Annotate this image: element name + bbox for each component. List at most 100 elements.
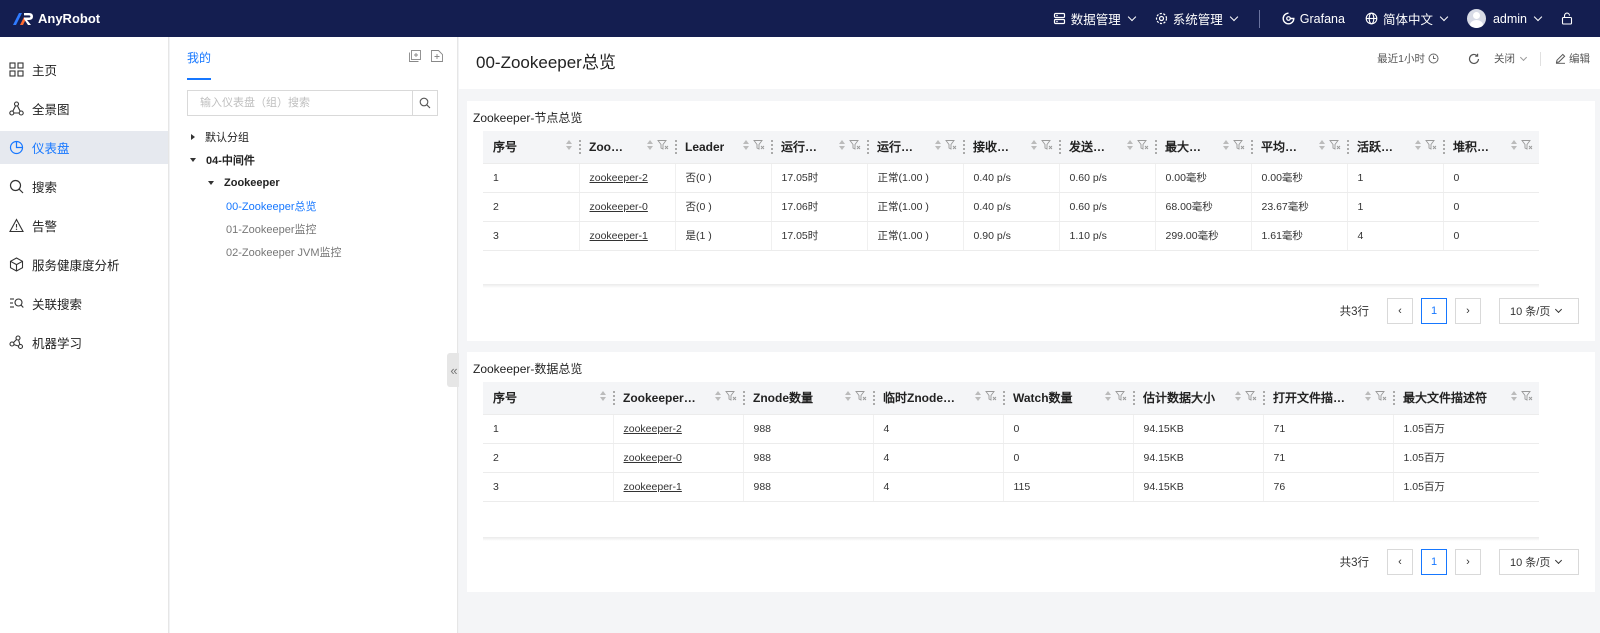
column-header[interactable]: Zookeeper节点 <box>613 382 743 415</box>
edit-button[interactable]: 编辑 <box>1555 51 1590 66</box>
tree-node-default-group[interactable]: 默认分组 <box>187 125 447 148</box>
filter-icon[interactable] <box>945 139 957 151</box>
sort-icon[interactable] <box>1222 139 1230 151</box>
sort-icon[interactable] <box>1510 139 1518 151</box>
next-page-button[interactable]: › <box>1455 298 1481 324</box>
sort-icon[interactable] <box>838 139 846 151</box>
column-header[interactable]: 运行时间 <box>771 131 867 164</box>
prev-page-button[interactable]: ‹ <box>1387 549 1413 575</box>
user-menu[interactable]: admin <box>1466 9 1543 28</box>
dashboard-search-input[interactable] <box>187 90 412 116</box>
resize-handle[interactable] <box>1393 391 1395 405</box>
node-link[interactable]: zookeeper-0 <box>624 452 682 464</box>
resize-handle[interactable] <box>1155 140 1157 154</box>
filter-icon[interactable] <box>855 390 867 402</box>
node-link[interactable]: zookeeper-0 <box>590 201 648 213</box>
filter-icon[interactable] <box>753 139 765 151</box>
next-page-button[interactable]: › <box>1455 549 1481 575</box>
resize-handle[interactable] <box>675 140 677 154</box>
column-header[interactable]: Watch数量 <box>1003 382 1133 415</box>
node-link[interactable]: zookeeper-2 <box>624 423 682 435</box>
tree-node-zookeeper-monitor[interactable]: 01-Zookeeper监控 <box>187 217 447 240</box>
resize-handle[interactable] <box>1133 391 1135 405</box>
data-management-menu[interactable]: 数据管理 <box>1053 9 1136 28</box>
sort-icon[interactable] <box>1030 139 1038 151</box>
sort-icon[interactable] <box>1318 139 1326 151</box>
sort-icon[interactable] <box>1364 390 1372 402</box>
sort-icon[interactable] <box>565 139 573 151</box>
filter-icon[interactable] <box>1137 139 1149 151</box>
node-link[interactable]: zookeeper-2 <box>590 172 648 184</box>
column-header[interactable]: 序号 <box>483 131 579 164</box>
page-size-select[interactable]: 10 条/页 <box>1499 298 1579 324</box>
resize-handle[interactable] <box>1251 140 1253 154</box>
filter-icon[interactable] <box>1521 139 1533 151</box>
filter-icon[interactable] <box>657 139 669 151</box>
nav-item-search[interactable]: 搜索 <box>0 170 168 203</box>
filter-icon[interactable] <box>1041 139 1053 151</box>
nav-item-panorama[interactable]: 全景图 <box>0 92 168 125</box>
column-header[interactable]: 接收包... <box>963 131 1059 164</box>
column-header[interactable]: 估计数据大小 <box>1133 382 1263 415</box>
column-header[interactable]: 最大请... <box>1155 131 1251 164</box>
search-button[interactable] <box>412 90 438 116</box>
auto-refresh-select[interactable]: 关闭 <box>1494 51 1528 66</box>
column-header[interactable]: 运行状态 <box>867 131 963 164</box>
filter-icon[interactable] <box>1245 390 1257 402</box>
sort-icon[interactable] <box>714 390 722 402</box>
filter-icon[interactable] <box>1329 139 1341 151</box>
add-group-icon[interactable] <box>409 50 421 62</box>
tab-mine[interactable]: 我的 <box>187 49 212 80</box>
column-header[interactable]: 活跃连... <box>1347 131 1443 164</box>
refresh-button[interactable] <box>1465 53 1480 65</box>
column-header[interactable]: 发送包... <box>1059 131 1155 164</box>
nav-item-alert[interactable]: 告警 <box>0 209 168 242</box>
column-header[interactable]: 临时Znode数量 <box>873 382 1003 415</box>
column-header[interactable]: 序号 <box>483 382 613 415</box>
prev-page-button[interactable]: ‹ <box>1387 298 1413 324</box>
column-header[interactable]: 最大文件描述符 <box>1393 382 1539 415</box>
node-link[interactable]: zookeeper-1 <box>624 481 682 493</box>
filter-icon[interactable] <box>1233 139 1245 151</box>
column-header[interactable]: 平均请... <box>1251 131 1347 164</box>
filter-icon[interactable] <box>985 390 997 402</box>
sort-icon[interactable] <box>974 390 982 402</box>
tree-node-middleware[interactable]: 04-中间件 <box>187 148 447 171</box>
resize-handle[interactable] <box>963 140 965 154</box>
grafana-link[interactable]: Grafana <box>1282 12 1345 26</box>
sort-icon[interactable] <box>934 139 942 151</box>
nav-item-machine-learning[interactable]: 机器学习 <box>0 326 168 359</box>
column-header[interactable]: 打开文件描述符 <box>1263 382 1393 415</box>
tree-node-zookeeper-jvm[interactable]: 02-Zookeeper JVM监控 <box>187 240 447 263</box>
resize-handle[interactable] <box>1003 391 1005 405</box>
sort-icon[interactable] <box>1234 390 1242 402</box>
page-number-button[interactable]: 1 <box>1421 549 1447 575</box>
sort-icon[interactable] <box>599 390 607 402</box>
resize-handle[interactable] <box>771 140 773 154</box>
resize-handle[interactable] <box>743 391 745 405</box>
time-range-picker[interactable]: 最近1小时 <box>1377 51 1439 66</box>
filter-icon[interactable] <box>849 139 861 151</box>
tree-node-zookeeper[interactable]: Zookeeper <box>187 171 447 194</box>
resize-handle[interactable] <box>867 140 869 154</box>
sort-icon[interactable] <box>1104 390 1112 402</box>
node-link[interactable]: zookeeper-1 <box>590 230 648 242</box>
sort-icon[interactable] <box>844 390 852 402</box>
sort-icon[interactable] <box>742 139 750 151</box>
sort-icon[interactable] <box>1414 139 1422 151</box>
resize-handle[interactable] <box>613 391 615 405</box>
column-header[interactable]: Znode数量 <box>743 382 873 415</box>
nav-item-service-health[interactable]: 服务健康度分析 <box>0 248 168 281</box>
resize-handle[interactable] <box>1347 140 1349 154</box>
filter-icon[interactable] <box>1375 390 1387 402</box>
resize-handle[interactable] <box>579 140 581 154</box>
page-number-button[interactable]: 1 <box>1421 298 1447 324</box>
nav-item-home[interactable]: 主页 <box>0 53 168 86</box>
resize-handle[interactable] <box>873 391 875 405</box>
nav-item-related-search[interactable]: 关联搜索 <box>0 287 168 320</box>
page-size-select[interactable]: 10 条/页 <box>1499 549 1579 575</box>
resize-handle[interactable] <box>1263 391 1265 405</box>
filter-icon[interactable] <box>1115 390 1127 402</box>
add-dashboard-icon[interactable] <box>431 50 443 62</box>
language-switch[interactable]: 简体中文 <box>1365 9 1449 28</box>
